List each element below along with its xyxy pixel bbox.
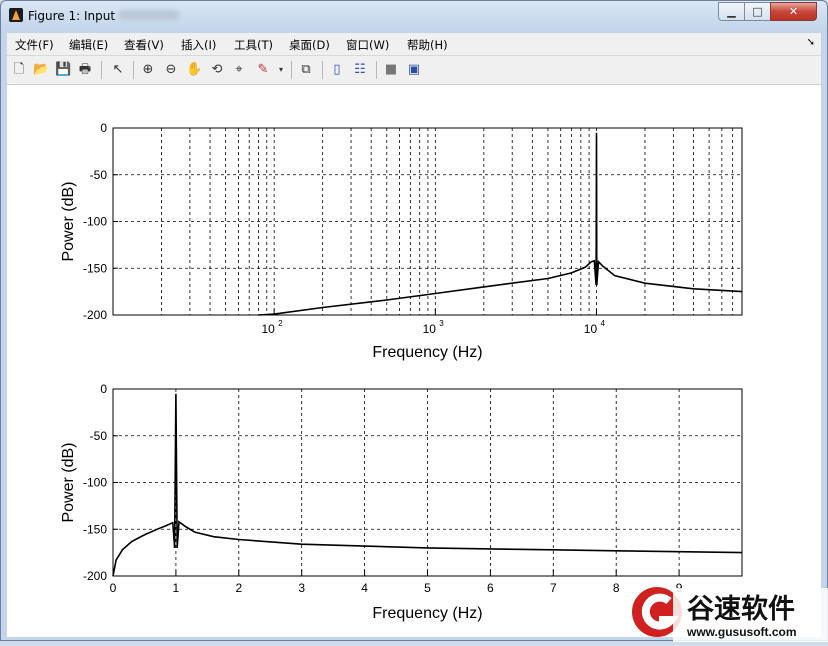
y-tick-label: 0	[100, 382, 107, 396]
blurred-title-suffix	[119, 10, 179, 20]
x-tick-label: 10	[423, 322, 437, 336]
save-icon[interactable]: 💾	[55, 62, 71, 78]
menu-file[interactable]: 文件(F)	[15, 37, 54, 53]
figure-toolbar: 🗋 📂 💾 🖶 ↖ ⊕ ⊖ ✋ ⟲ ⌖ ✎ ▾ ⧉ ▯ ☷ ■ ▣	[7, 56, 821, 85]
x-tick-label: 8	[613, 581, 620, 595]
x-tick-label: 10	[261, 322, 275, 336]
data-cursor-icon[interactable]: ⌖	[231, 62, 247, 78]
minimize-button[interactable]: ▁	[718, 2, 745, 21]
plots-svg: 0-50-100-150-20010 2 10 3 10 4Frequency (Hz)P…	[60, 121, 743, 622]
matlab-icon	[9, 8, 23, 22]
y-tick-label: -200	[83, 308, 107, 322]
toolbar-separator	[322, 61, 323, 79]
menu-edit[interactable]: 编辑(E)	[69, 37, 108, 53]
y-tick-label: -200	[83, 569, 107, 583]
toolbar-separator	[291, 61, 292, 79]
menu-insert[interactable]: 插入(I)	[181, 37, 216, 53]
toolbar-separator	[133, 61, 134, 79]
y-tick-label: -100	[83, 476, 107, 490]
watermark-logo: 谷速软件 www.gususoft.com	[632, 587, 828, 642]
watermark-brand: 谷速软件	[687, 594, 795, 624]
y-tick-label: -100	[83, 215, 107, 229]
maximize-icon: □	[752, 5, 763, 18]
y-axis-label: Power (dB)	[60, 442, 77, 522]
x-tick-label: 5	[424, 581, 431, 595]
toolbar-separator	[376, 61, 377, 79]
x-tick-exponent: 2	[278, 319, 283, 328]
x-tick-label: 1	[173, 581, 180, 595]
hide-plot-tools-icon[interactable]: ■	[383, 62, 399, 78]
menu-desktop[interactable]: 桌面(D)	[289, 37, 330, 53]
minimize-icon: ▁	[727, 5, 736, 18]
x-tick-exponent: 3	[439, 319, 444, 328]
window-title: Figure 1: Input	[28, 9, 116, 23]
y-tick-label: -150	[83, 261, 107, 275]
rotate-icon[interactable]: ⟲	[209, 62, 225, 78]
show-plot-tools-icon[interactable]: ▣	[406, 62, 422, 78]
legend-icon[interactable]: ☷	[352, 62, 368, 78]
zoom-out-icon[interactable]: ⊖	[163, 62, 179, 78]
figure-canvas: 0 -50 -100 -150 -200 10 2 10 3 10 4 Frequency (Hz) P…	[7, 85, 821, 637]
x-tick-label: 3	[298, 581, 305, 595]
y-tick-label: -50	[90, 168, 108, 182]
menu-help[interactable]: 帮助(H)	[407, 37, 448, 53]
maximize-button[interactable]: □	[744, 2, 771, 21]
brush-icon[interactable]: ✎	[255, 62, 271, 78]
x-tick-label: 10	[584, 322, 598, 336]
open-icon[interactable]: 📂	[33, 62, 49, 78]
menu-dock-arrow-icon[interactable]: ➘	[807, 37, 815, 48]
x-axis-label: Frequency (Hz)	[372, 605, 482, 622]
menu-window[interactable]: 窗口(W)	[346, 37, 389, 53]
figure-window: Figure 1: Input ▁ □ ✕ 文件(F) 编辑(E) 查看(V) …	[0, 0, 828, 642]
y-tick-label: 0	[100, 121, 107, 135]
menu-bar: 文件(F) 编辑(E) 查看(V) 插入(I) 工具(T) 桌面(D) 窗口(W…	[7, 33, 821, 56]
menu-tools[interactable]: 工具(T)	[234, 37, 273, 53]
x-axis-label: Frequency (Hz)	[372, 344, 482, 361]
pointer-icon[interactable]: ↖	[110, 62, 126, 78]
close-button[interactable]: ✕	[770, 2, 817, 21]
colorbar-icon[interactable]: ▯	[329, 62, 345, 78]
watermark: 谷速软件 www.gususoft.com	[629, 584, 828, 642]
close-icon: ✕	[788, 5, 799, 18]
new-figure-icon[interactable]: 🗋	[11, 62, 27, 78]
link-plot-icon[interactable]: ⧉	[298, 62, 314, 78]
pan-icon[interactable]: ✋	[186, 62, 202, 78]
y-tick-label: -50	[90, 429, 108, 443]
brush-dropdown-icon[interactable]: ▾	[273, 62, 289, 78]
zoom-in-icon[interactable]: ⊕	[140, 62, 156, 78]
y-tick-label: -150	[83, 522, 107, 536]
y-axis-label: Power (dB)	[60, 181, 77, 261]
x-tick-label: 0	[110, 581, 117, 595]
print-icon[interactable]: 🖶	[77, 62, 93, 78]
x-tick-label: 6	[487, 581, 494, 595]
menu-view[interactable]: 查看(V)	[124, 37, 164, 53]
x-tick-exponent: 4	[600, 319, 605, 328]
x-tick-label: 2	[235, 581, 242, 595]
x-tick-label: 7	[550, 581, 557, 595]
watermark-url: www.gususoft.com	[686, 625, 797, 639]
title-bar[interactable]: Figure 1: Input ▁ □ ✕	[1, 1, 827, 31]
x-tick-label: 4	[361, 581, 368, 595]
toolbar-separator	[101, 61, 102, 79]
